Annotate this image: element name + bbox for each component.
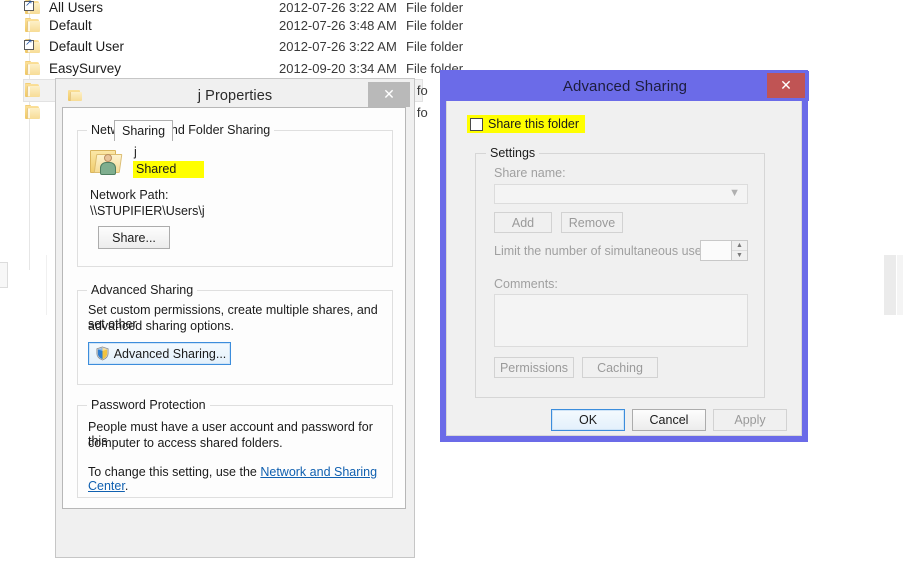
explorer-divider-secondary (46, 255, 47, 315)
remove-button[interactable]: Remove (561, 212, 623, 233)
advanced-ok-button[interactable]: OK (551, 409, 625, 431)
tab-sharing[interactable]: Sharing (114, 120, 174, 141)
folder-shortcut-icon (24, 0, 41, 15)
limit-users-stepper[interactable]: ▲ ▼ (700, 240, 748, 261)
folder-icon (24, 83, 41, 98)
password-desc-line2: computer to access shared folders. (88, 436, 283, 450)
network-path-label: Network Path: (90, 188, 169, 202)
password-footer-suffix: . (124, 479, 129, 493)
advanced-sharing-inner: Advanced Sharing ✕ Share this folder Set… (441, 71, 809, 436)
explorer-left-artifact (0, 262, 8, 288)
password-protection-group: Password Protection People must have a u… (77, 398, 393, 498)
explorer-row-default[interactable]: Default 2012-07-26 3:48 AM File folder (24, 14, 884, 37)
advanced-sharing-desc-line2: advanced sharing options. (88, 319, 234, 333)
folder-icon (24, 105, 41, 120)
explorer-right-artifact (884, 255, 896, 315)
explorer-row-date: 2012-07-26 3:48 AM (279, 18, 397, 33)
explorer-right-artifact-2 (897, 255, 903, 315)
sharing-tab-page: Network File and Folder Sharing j Shared… (62, 107, 406, 509)
close-icon[interactable]: ✕ (368, 82, 410, 107)
folder-icon (66, 87, 84, 103)
screen: All Users 2012-07-26 3:22 AM File folder… (0, 0, 911, 581)
shared-folder-icon (90, 147, 124, 177)
advanced-sharing-title: Advanced Sharing (562, 77, 688, 95)
share-name-label: Share name: (494, 166, 566, 180)
share-this-folder-row[interactable]: Share this folder (467, 115, 586, 133)
network-path-value: \\STUPIFIER\Users\j (90, 204, 205, 218)
properties-title: j Properties (197, 87, 273, 104)
explorer-row-name: All Users (49, 0, 104, 15)
explorer-row-type: File folder (406, 39, 464, 54)
uac-shield-icon (95, 346, 110, 361)
password-footer: To change this setting, use the Network … (88, 465, 392, 493)
limit-users-label: Limit the number of simultaneous users t… (494, 244, 730, 258)
password-protection-group-label: Password Protection (87, 398, 210, 412)
network-sharing-group: Network File and Folder Sharing j Shared… (77, 123, 393, 267)
comments-label: Comments: (494, 277, 558, 291)
share-button[interactable]: Share... (98, 226, 170, 249)
settings-group: Settings Share name: ▼ Add Remove Limit … (475, 146, 765, 398)
advanced-sharing-button-label: Advanced Sharing... (113, 346, 227, 361)
chevron-down-icon: ▼ (729, 186, 740, 199)
advanced-sharing-group-label: Advanced Sharing (87, 283, 198, 297)
advanced-cancel-button[interactable]: Cancel (632, 409, 706, 431)
advanced-sharing-body: Share this folder Settings Share name: ▼… (447, 101, 801, 435)
password-footer-prefix: To change this setting, use the (88, 465, 261, 479)
explorer-row-type: File folder (406, 18, 464, 33)
explorer-row-name: Default User (49, 39, 125, 54)
explorer-row-date: 2012-07-26 3:22 AM (279, 0, 397, 15)
explorer-row-date: 2012-07-26 3:22 AM (279, 39, 397, 54)
permissions-button[interactable]: Permissions (494, 357, 574, 378)
share-name-combobox[interactable]: ▼ (494, 184, 748, 204)
explorer-row-date: 2012-09-20 3:34 AM (279, 61, 397, 76)
stepper-down-icon[interactable]: ▼ (732, 251, 747, 260)
caching-button[interactable]: Caching (582, 357, 658, 378)
explorer-row-default-user[interactable]: Default User 2012-07-26 3:22 AM File fol… (24, 35, 884, 58)
shared-folder-name: j (134, 145, 137, 159)
explorer-row-type: File folder (406, 0, 464, 15)
advanced-sharing-button[interactable]: Advanced Sharing... (88, 342, 231, 365)
close-icon[interactable]: ✕ (767, 73, 805, 98)
share-this-folder-checkbox[interactable] (470, 117, 483, 131)
share-this-folder-label: Share this folder (488, 117, 580, 131)
advanced-apply-button[interactable]: Apply (713, 409, 787, 431)
folder-shortcut-icon (24, 37, 41, 54)
stepper-up-icon[interactable]: ▲ (732, 241, 747, 251)
settings-group-label: Settings (486, 146, 540, 160)
advanced-sharing-dialog: Advanced Sharing ✕ Share this folder Set… (440, 70, 809, 442)
stepper-buttons[interactable]: ▲ ▼ (731, 241, 747, 260)
explorer-row-name: EasySurvey (49, 61, 122, 76)
shared-status-badge: Shared (133, 161, 205, 178)
advanced-sharing-titlebar: Advanced Sharing ✕ (441, 71, 809, 101)
properties-dialog: j Properties ✕ General Sharing Security … (55, 78, 415, 558)
advanced-sharing-group: Advanced Sharing Set custom permissions,… (77, 283, 393, 385)
add-button[interactable]: Add (494, 212, 552, 233)
folder-icon (24, 61, 41, 76)
comments-textarea[interactable] (494, 294, 748, 347)
folder-icon (24, 18, 41, 33)
explorer-row-name: Default (49, 18, 92, 33)
